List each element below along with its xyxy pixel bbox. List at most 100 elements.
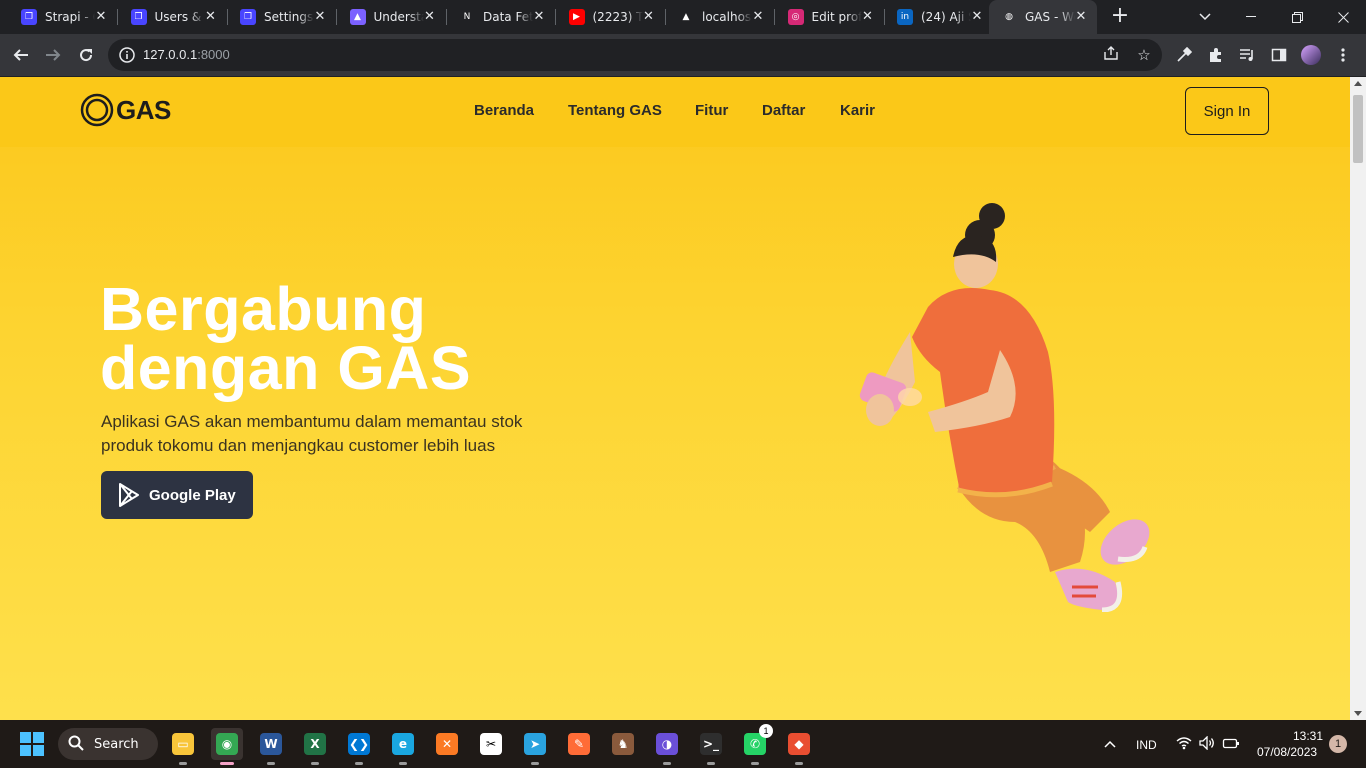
back-button[interactable] (8, 42, 34, 68)
taskbar-app-excel[interactable]: X (299, 728, 331, 765)
running-indicator (707, 762, 715, 765)
new-tab-button[interactable]: + (1108, 5, 1132, 29)
nav-karir[interactable]: Karir (840, 102, 875, 119)
running-indicator (531, 762, 539, 765)
taskbar-app-terminal[interactable]: >_ (695, 728, 727, 765)
running-indicator (220, 762, 234, 765)
tab-close-icon[interactable]: ✕ (1073, 9, 1089, 25)
nav-beranda[interactable]: Beranda (474, 102, 534, 119)
tray-overflow-chevron-icon[interactable] (1104, 737, 1116, 751)
tab-close-icon[interactable]: ✕ (750, 9, 766, 25)
tab-close-icon[interactable]: ✕ (969, 9, 985, 25)
edge-icon: e (392, 733, 414, 755)
sign-in-button[interactable]: Sign In (1185, 87, 1269, 135)
tab-search-chevron-icon[interactable] (1182, 0, 1228, 34)
taskbar-app-vscode[interactable]: ❮❯ (343, 728, 375, 765)
taskbar-app-edge[interactable]: e (387, 728, 419, 765)
tab-close-icon[interactable]: ✕ (860, 9, 876, 25)
web-page: GAS Beranda Tentang GAS Fitur Daftar Kar… (0, 77, 1350, 720)
tab-title: GAS - Web (1025, 10, 1075, 24)
browser-tab[interactable]: ▲ Understanding✕ (338, 0, 446, 34)
browser-tab[interactable]: ▶ (2223) Tu✕ (557, 0, 665, 34)
linkedin-icon: in (897, 9, 913, 25)
browser-tab[interactable]: ❐ Settings ✕ (228, 0, 336, 34)
page-scrollbar[interactable] (1350, 77, 1366, 720)
media-controls-icon[interactable] (1234, 42, 1260, 68)
start-button[interactable] (16, 728, 48, 760)
taskbar-search[interactable]: Search (58, 728, 158, 760)
volume-icon[interactable] (1199, 735, 1215, 753)
taskbar-app-postman[interactable]: ✎ (563, 728, 595, 760)
clock-date[interactable]: 07/08/2023 (1257, 745, 1317, 759)
scrollbar-thumb[interactable] (1353, 95, 1363, 163)
notification-badge[interactable]: 1 (1329, 735, 1347, 753)
capcut-icon: ✂ (480, 733, 502, 755)
extensions-puzzle-icon[interactable] (1203, 42, 1229, 68)
browser-tab[interactable]: N Data Fetching✕ (447, 0, 555, 34)
browser-tab[interactable]: ◍ GAS - Web✕ (989, 0, 1097, 34)
browser-tab[interactable]: ◎ Edit profile✕ (776, 0, 884, 34)
taskbar-app-chrome[interactable]: ◉ (211, 728, 243, 765)
tab-close-icon[interactable]: ✕ (312, 9, 328, 25)
scroll-up-arrow-icon[interactable] (1354, 81, 1362, 86)
tab-close-icon[interactable]: ✕ (422, 9, 438, 25)
wifi-icon[interactable] (1176, 736, 1192, 753)
scroll-down-arrow-icon[interactable] (1354, 711, 1362, 716)
browser-tab[interactable]: ❐ Users & Permissions✕ (119, 0, 227, 34)
taskbar-app-xampp[interactable]: ✕ (431, 728, 463, 760)
taskbar-app-whatsapp[interactable]: ✆ 1 (739, 724, 773, 765)
taskbar-app-telegram[interactable]: ➤ (519, 728, 551, 765)
taskbar-app-file-explorer[interactable]: ▭ (167, 728, 199, 765)
tab-close-icon[interactable]: ✕ (203, 9, 219, 25)
hero-subtitle: Aplikasi GAS akan membantumu dalam meman… (101, 412, 523, 455)
language-indicator[interactable]: IND (1136, 738, 1157, 752)
taskbar-app-browser[interactable]: ◑ (651, 728, 683, 765)
eyedropper-icon[interactable] (1171, 42, 1197, 68)
tab-close-icon[interactable]: ✕ (641, 9, 657, 25)
chrome-icon: ◉ (216, 733, 238, 755)
reload-button[interactable] (73, 42, 99, 68)
bookmark-star-icon[interactable]: ☆ (1134, 45, 1154, 65)
browser-icon: ◑ (656, 733, 678, 755)
minimize-button[interactable] (1228, 0, 1274, 34)
tab-close-icon[interactable]: ✕ (531, 9, 547, 25)
taskbar-app-game[interactable]: ♞ (607, 728, 639, 760)
browser-tab[interactable]: ▲ localhost ✕ (666, 0, 774, 34)
share-icon[interactable] (1101, 45, 1121, 65)
instagram-icon: ◎ (787, 9, 804, 25)
tab-title: Strapi - Content Manager (45, 10, 95, 24)
site-info-icon[interactable] (118, 46, 136, 64)
forward-button[interactable] (40, 42, 66, 68)
game-icon: ♞ (612, 733, 634, 755)
strapi-icon: ❐ (240, 9, 256, 25)
nav-tentang-gas[interactable]: Tentang GAS (568, 102, 662, 119)
profile-avatar[interactable] (1298, 42, 1324, 68)
rocket-icon: ▲ (349, 9, 366, 25)
close-window-button[interactable] (1320, 0, 1366, 34)
strapi-icon: ❐ (21, 9, 37, 25)
nav-daftar[interactable]: Daftar (762, 102, 805, 119)
battery-icon[interactable] (1222, 736, 1240, 753)
clock-time[interactable]: 13:31 (1293, 729, 1323, 743)
address-bar[interactable]: 127.0.0.1:8000 ☆ (108, 39, 1162, 71)
google-play-button[interactable]: Google Play (101, 471, 253, 519)
vercel-icon: ▲ (682, 12, 690, 22)
side-panel-icon[interactable] (1266, 42, 1292, 68)
browser-tab[interactable]: in (24) Aji S ✕ (885, 0, 993, 34)
xampp-icon: ✕ (436, 733, 458, 755)
gas-logo[interactable]: GAS (80, 93, 171, 127)
tab-close-icon[interactable]: ✕ (93, 9, 109, 25)
taskbar-app-git[interactable]: ◆ (783, 728, 815, 765)
restore-button[interactable] (1274, 0, 1320, 34)
browser-tab[interactable]: ❐ Strapi - Content Manager✕ (9, 0, 117, 34)
gas-logo-ring-icon (80, 93, 114, 127)
telegram-icon: ➤ (524, 733, 546, 755)
taskbar-app-capcut[interactable]: ✂ (475, 728, 507, 760)
running-indicator (311, 762, 319, 765)
search-icon (68, 735, 84, 751)
running-indicator (355, 762, 363, 765)
taskbar-app-word[interactable]: W (255, 728, 287, 765)
browser-menu-icon[interactable] (1330, 42, 1356, 68)
nav-fitur[interactable]: Fitur (695, 102, 728, 119)
running-indicator (795, 762, 803, 765)
